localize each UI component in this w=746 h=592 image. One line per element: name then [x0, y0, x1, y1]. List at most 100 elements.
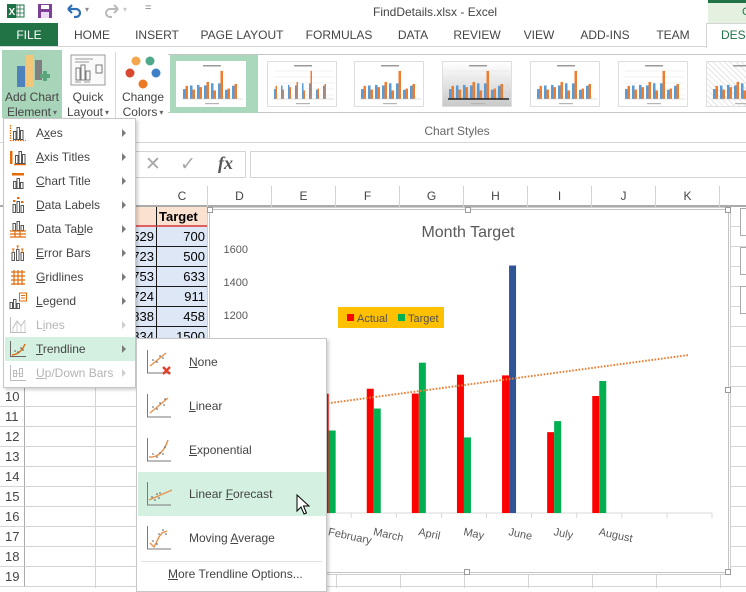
thumb-bar: [204, 85, 207, 99]
tab-data[interactable]: DATA: [390, 23, 436, 47]
menu-item-axis-titles[interactable]: Axis Titles: [5, 145, 135, 169]
column-header-d[interactable]: D: [208, 186, 272, 207]
customize-qat-icon[interactable]: =: [145, 2, 151, 14]
row-header-19[interactable]: 19: [0, 567, 25, 587]
formula-input[interactable]: [250, 151, 746, 178]
row-header-16[interactable]: 16: [0, 507, 25, 527]
bar-target[interactable]: [509, 266, 516, 514]
cell-target[interactable]: 911: [157, 287, 208, 307]
cell-target[interactable]: 458: [157, 307, 208, 327]
column-header-f[interactable]: F: [336, 186, 400, 207]
redo-icon[interactable]: [104, 3, 120, 19]
row-header-12[interactable]: 12: [0, 427, 25, 447]
chart-resize-handle-top[interactable]: [465, 207, 471, 213]
cell-c1-target-header[interactable]: Target: [157, 207, 208, 227]
menu-item-data-labels[interactable]: Data Labels: [5, 193, 135, 217]
row-header-15[interactable]: 15: [0, 487, 25, 507]
chart-style-1[interactable]: [176, 61, 246, 107]
row-header-11[interactable]: 11: [0, 407, 25, 427]
bar-actual[interactable]: [502, 375, 509, 513]
chart-resize-handle-bottom-right[interactable]: [725, 569, 731, 575]
change-colors-button[interactable]: Change Colors▾: [118, 50, 168, 118]
column-header-c[interactable]: C: [157, 186, 208, 207]
column-header-k[interactable]: K: [656, 186, 720, 207]
thumb-legend: [559, 103, 573, 104]
excel-logo-icon[interactable]: X: [7, 3, 25, 19]
menu-item-data-table[interactable]: Data Table: [5, 217, 135, 241]
chart-resize-handle-top-right[interactable]: [725, 207, 731, 213]
chart-style-4[interactable]: [442, 61, 512, 107]
chart-style-3[interactable]: [354, 61, 424, 107]
tab-team[interactable]: TEAM: [648, 23, 698, 47]
quick-layout-button[interactable]: Quick Layout▾: [64, 50, 112, 118]
cell-target[interactable]: 700: [157, 227, 208, 247]
bar-target[interactable]: [464, 437, 471, 513]
menu-item-legend[interactable]: Legend: [5, 289, 135, 313]
row-header-10[interactable]: 10: [0, 387, 25, 407]
chart-resize-handle-right[interactable]: [725, 387, 731, 393]
bar-target[interactable]: [554, 421, 561, 513]
chart-resize-handle-bottom[interactable]: [464, 569, 470, 575]
chart-elements-button[interactable]: [740, 208, 746, 236]
chart-style-5[interactable]: [530, 61, 600, 107]
undo-icon[interactable]: [66, 3, 82, 19]
redo-dropdown-icon[interactable]: ▾: [123, 5, 127, 14]
row-header-17[interactable]: 17: [0, 527, 25, 547]
bar-actual[interactable]: [457, 375, 464, 513]
chart-style-6[interactable]: [618, 61, 688, 107]
submenu-item-label: Moving Average: [189, 531, 275, 545]
tab-insert[interactable]: INSERT: [132, 23, 182, 47]
column-header-e[interactable]: E: [272, 186, 336, 207]
tab-review[interactable]: REVIEW: [449, 23, 505, 47]
row-header-14[interactable]: 14: [0, 467, 25, 487]
bar-actual[interactable]: [367, 389, 374, 513]
undo-dropdown-icon[interactable]: ▾: [85, 5, 89, 14]
bar-actual[interactable]: [592, 396, 599, 513]
tab-add-ins[interactable]: ADD-INS: [574, 23, 636, 47]
confirm-entry-icon[interactable]: ✓: [180, 153, 196, 176]
trendline[interactable]: [284, 355, 690, 409]
chart-style-7[interactable]: [706, 61, 746, 107]
column-header-h[interactable]: H: [464, 186, 528, 207]
bar-target[interactable]: [329, 431, 336, 514]
bar-actual[interactable]: [412, 394, 419, 513]
chart-filters-button[interactable]: [740, 286, 746, 314]
row-header-18[interactable]: 18: [0, 547, 25, 567]
row-header-13[interactable]: 13: [0, 447, 25, 467]
column-header-i[interactable]: I: [528, 186, 592, 207]
chart-resize-handle-top-left[interactable]: [207, 207, 213, 213]
menu-item-error-bars[interactable]: Error Bars: [5, 241, 135, 265]
more-trendline-options[interactable]: More Trendline Options...: [168, 567, 303, 581]
chart-styles-button[interactable]: [740, 247, 746, 275]
column-header-j[interactable]: J: [592, 186, 656, 207]
cell-target[interactable]: 500: [157, 247, 208, 267]
column-header-g[interactable]: G: [400, 186, 464, 207]
bar-actual[interactable]: [547, 432, 554, 513]
trendline-option-none[interactable]: None: [138, 340, 326, 384]
tab-design[interactable]: DESIGN: [706, 23, 746, 48]
menu-item-gridlines[interactable]: Gridlines: [5, 265, 135, 289]
tab-file[interactable]: FILE: [0, 23, 58, 47]
trendline-option-linear[interactable]: Linear: [138, 384, 326, 428]
tab-formulas[interactable]: FORMULAS: [301, 23, 377, 47]
chart-style-2[interactable]: [267, 61, 337, 107]
trendline-option-exponential[interactable]: Exponential: [138, 428, 326, 472]
cancel-entry-icon[interactable]: ✕: [145, 153, 161, 176]
save-icon[interactable]: [37, 3, 53, 19]
cell-target[interactable]: 633: [157, 267, 208, 287]
bar-target[interactable]: [599, 381, 606, 513]
add-chart-element-button[interactable]: Add Chart Element▾: [2, 50, 62, 118]
submenu-item-label: None: [189, 355, 218, 369]
bar-target[interactable]: [374, 409, 381, 513]
trendline-option-moving-average[interactable]: Moving Average: [138, 516, 326, 560]
tab-view[interactable]: VIEW: [517, 23, 561, 47]
tab-page-layout[interactable]: PAGE LAYOUT: [197, 23, 287, 47]
menu-item-chart-title[interactable]: Chart Title: [5, 169, 135, 193]
menu-item-trendline[interactable]: Trendline: [5, 337, 135, 361]
insert-function-button[interactable]: fx: [218, 153, 233, 174]
thumb-bar: [389, 83, 392, 99]
bar-target[interactable]: [419, 363, 426, 513]
menu-item-axes[interactable]: Axes: [5, 121, 135, 145]
tab-home[interactable]: HOME: [67, 23, 117, 47]
chart-title[interactable]: Month Target: [421, 224, 515, 241]
